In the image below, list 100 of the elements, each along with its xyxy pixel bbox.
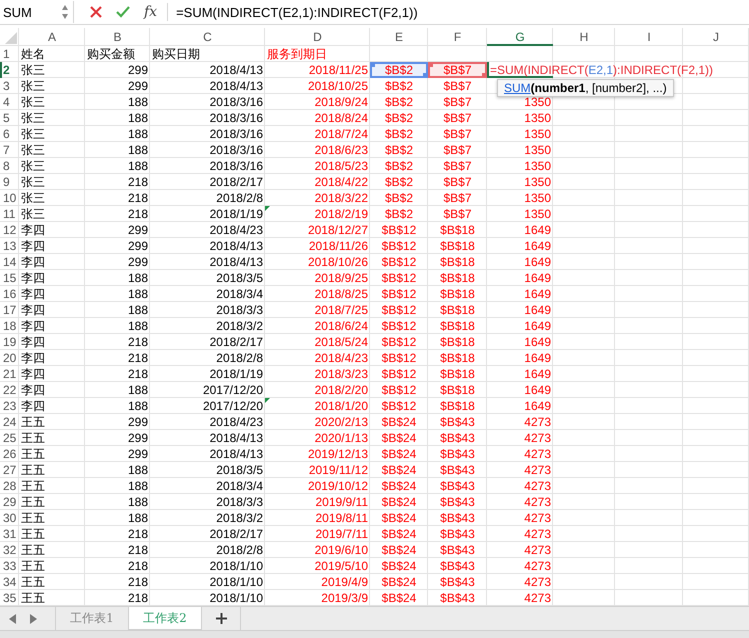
cancel-icon[interactable] xyxy=(90,6,102,18)
table-cell-text: 2018/2/8 xyxy=(215,350,264,366)
table-cell-text: 1350 xyxy=(523,206,552,222)
row-number[interactable]: 33 xyxy=(0,558,19,574)
row-number[interactable]: 28 xyxy=(0,478,19,494)
row-number[interactable]: 21 xyxy=(0,366,19,382)
table-cell-text: $B$7 xyxy=(442,110,473,126)
row-number[interactable]: 27 xyxy=(0,462,19,478)
add-sheet-icon[interactable] xyxy=(216,613,226,624)
row-number[interactable]: 11 xyxy=(0,206,19,222)
row-number[interactable]: 29 xyxy=(0,494,19,510)
table-cell-text: 218 xyxy=(126,206,149,222)
column-header[interactable]: B xyxy=(85,28,150,46)
row-number[interactable]: 16 xyxy=(0,286,19,302)
row-number[interactable]: 34 xyxy=(0,574,19,590)
column-header[interactable]: H xyxy=(553,28,615,46)
name-box[interactable]: SUM xyxy=(3,4,32,20)
flagged-cell: 2018/1/20 xyxy=(265,398,370,414)
table-cell-text: 1649 xyxy=(523,286,552,302)
table-cell-text: 李四 xyxy=(20,334,46,350)
table-cell-text: 2018/4/13 xyxy=(208,446,264,462)
row-number[interactable]: 32 xyxy=(0,542,19,558)
cell-formula-input[interactable]: =SUM(INDIRECT(E2,1):INDIRECT(F2,1)) xyxy=(487,62,749,78)
row-number[interactable]: 31 xyxy=(0,526,19,542)
row-number[interactable]: 25 xyxy=(0,430,19,446)
row-number[interactable]: 8 xyxy=(0,158,19,174)
row-number[interactable]: 15 xyxy=(0,270,19,286)
table-cell-text: $B$24 xyxy=(380,414,418,430)
table-cell-text: 2018/3/3 xyxy=(215,302,264,318)
previous-sheet-icon[interactable] xyxy=(9,614,17,624)
table-cell: $B$2 xyxy=(370,62,428,78)
row-number[interactable]: 4 xyxy=(0,94,19,110)
stepper-icon[interactable] xyxy=(61,4,69,20)
function-link[interactable]: SUM xyxy=(504,81,531,95)
row-number[interactable]: 20 xyxy=(0,350,19,366)
formula-field[interactable]: =SUM(INDIRECT(E2,1):INDIRECT(F2,1)) xyxy=(168,4,418,20)
table-cell-text: 1350 xyxy=(523,110,552,126)
column-header[interactable]: J xyxy=(683,28,749,46)
table-cell-text: $B$2 xyxy=(384,110,414,126)
function-button[interactable]: fx xyxy=(144,4,158,20)
table-cell-text: 2018/3/4 xyxy=(215,478,264,494)
table-cell-text: 2018/4/13 xyxy=(208,254,264,270)
column-header[interactable]: A xyxy=(19,28,85,46)
function-arguments: (number1, [number2], ...) xyxy=(530,81,667,95)
table-cell-text: 1649 xyxy=(523,334,552,350)
row-number[interactable]: 24 xyxy=(0,414,19,430)
row-number[interactable]: 35 xyxy=(0,590,19,606)
table-cell-text: 2018/3/16 xyxy=(208,110,264,126)
row-number[interactable]: 23 xyxy=(0,398,19,414)
table-cell-text: 299 xyxy=(126,414,149,430)
column-header[interactable]: I xyxy=(615,28,683,46)
row-number[interactable]: 2 xyxy=(0,62,19,78)
table-cell-text: 2018/1/10 xyxy=(208,590,264,606)
column-header[interactable]: E xyxy=(370,28,428,46)
row-number[interactable]: 7 xyxy=(0,142,19,158)
table-cell-text: 1649 xyxy=(523,302,552,318)
row-number[interactable]: 5 xyxy=(0,110,19,126)
table-cell-text: $B$18 xyxy=(439,318,476,334)
row-number[interactable]: 3 xyxy=(0,78,19,94)
table-cell-text: 2020/1/13 xyxy=(314,430,369,446)
table-cell-text: $B$2 xyxy=(384,158,414,174)
column-header[interactable]: G xyxy=(487,28,553,46)
table-cell-text: $B$18 xyxy=(439,382,476,398)
table-cell-text: 2018/3/2 xyxy=(215,510,264,526)
table-cell-text: 188 xyxy=(126,270,149,286)
column-header[interactable]: F xyxy=(428,28,487,46)
table-cell-text: 1649 xyxy=(523,238,552,254)
row-number[interactable]: 22 xyxy=(0,382,19,398)
row-number[interactable]: 9 xyxy=(0,174,19,190)
table-cell-text: 1649 xyxy=(523,254,552,270)
table-cell-text: $B$2 xyxy=(384,142,414,158)
row-number[interactable]: 12 xyxy=(0,222,19,238)
row-number[interactable]: 17 xyxy=(0,302,19,318)
table-cell-text: 2018/3/5 xyxy=(215,270,264,286)
table-cell-text: 218 xyxy=(126,526,149,542)
table-cell-text: 188 xyxy=(126,398,149,414)
check-icon[interactable] xyxy=(116,6,130,18)
row-number[interactable]: 10 xyxy=(0,190,19,206)
table-cell-text: 4273 xyxy=(523,526,552,542)
table-cell-text: $B$43 xyxy=(439,414,476,430)
column-header[interactable]: C xyxy=(150,28,265,46)
row-number[interactable]: 6 xyxy=(0,126,19,142)
table-cell-text: $B$7 xyxy=(442,142,473,158)
row-number[interactable]: 30 xyxy=(0,510,19,526)
row-number[interactable]: 14 xyxy=(0,254,19,270)
row-number[interactable]: 1 xyxy=(0,46,19,62)
next-sheet-icon[interactable] xyxy=(29,614,37,624)
table-cell-text: $B$7 xyxy=(442,94,473,110)
row-number[interactable]: 13 xyxy=(0,238,19,254)
table-cell-text: 2019/6/10 xyxy=(314,542,369,558)
table-cell-text: 188 xyxy=(126,302,149,318)
row-number[interactable]: 18 xyxy=(0,318,19,334)
table-cell-text: 王五 xyxy=(20,478,46,494)
row-number[interactable]: 19 xyxy=(0,334,19,350)
table-cell-text: 2019/7/11 xyxy=(314,526,369,542)
table-cell-text: 姓名 xyxy=(20,46,46,62)
table-cell-text: 王五 xyxy=(20,494,46,510)
row-number[interactable]: 26 xyxy=(0,446,19,462)
table-cell-text: 2018/2/17 xyxy=(208,174,264,190)
column-header[interactable]: D xyxy=(265,28,370,46)
